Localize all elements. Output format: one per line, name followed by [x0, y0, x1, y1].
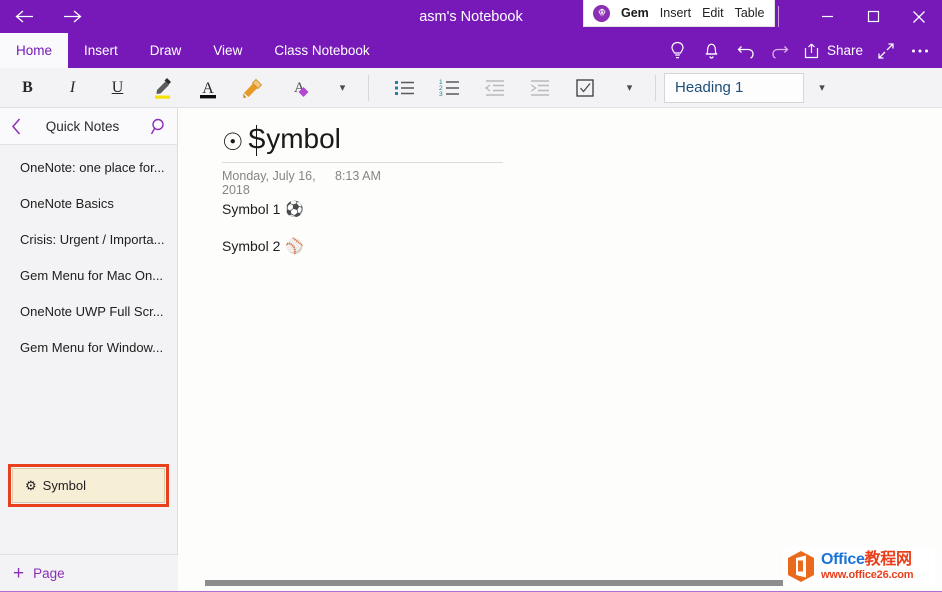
search-icon[interactable] — [141, 108, 177, 144]
ribbon-divider-2 — [655, 75, 656, 101]
text-caret — [256, 125, 257, 156]
sun-gear-symbol-icon: ☉ — [222, 131, 244, 155]
add-page-label: Page — [33, 566, 65, 581]
clear-formatting-button[interactable]: A — [280, 71, 315, 105]
share-label: Share — [827, 43, 863, 58]
page-date: Monday, July 16, 2018 — [222, 169, 335, 197]
window-title: asm's Notebook — [0, 0, 942, 33]
undo-icon[interactable] — [730, 35, 762, 67]
format-painter-icon[interactable] — [235, 71, 270, 105]
add-page-button[interactable]: + Page — [0, 554, 178, 592]
plus-icon: + — [13, 564, 24, 583]
underline-button[interactable]: U — [100, 71, 135, 105]
forward-arrow-icon[interactable] — [58, 4, 86, 30]
formatting-ribbon: B I U A — [0, 68, 942, 108]
page-title[interactable]: Symbol — [248, 124, 341, 155]
list-item[interactable]: Gem Menu for Window... — [0, 329, 177, 365]
italic-button[interactable]: I — [55, 71, 90, 105]
page-list-sidebar: Quick Notes OneNote: one place for... On… — [0, 108, 178, 592]
note-line-1-text: Symbol 1 — [222, 201, 280, 217]
ribbon-tab-strip: Home Insert Draw View Class Notebook — [0, 33, 942, 68]
page-time: 8:13 AM — [335, 169, 381, 197]
titlebar-divider — [778, 6, 779, 27]
tab-class-notebook[interactable]: Class Notebook — [258, 33, 385, 68]
watermark-brand: Office教程网 — [821, 552, 913, 568]
style-selector[interactable]: Heading 1 — [664, 73, 804, 103]
bullet-list-icon[interactable] — [387, 71, 422, 105]
navigation-arrows — [0, 4, 86, 30]
gem-logo-icon — [593, 5, 610, 22]
bell-icon[interactable] — [696, 35, 728, 67]
selection-highlight-box — [8, 464, 169, 507]
gem-menu-edit[interactable]: Edit — [702, 7, 724, 20]
ribbon-divider — [368, 75, 369, 101]
tab-insert[interactable]: Insert — [68, 33, 134, 68]
section-title: Quick Notes — [32, 119, 141, 134]
title-bar: asm's Notebook — [0, 0, 942, 33]
page-timestamp: Monday, July 16, 2018 8:13 AM — [222, 169, 381, 197]
list-item[interactable]: OneNote UWP Full Scr... — [0, 293, 177, 329]
gem-menu-insert[interactable]: Insert — [660, 7, 691, 20]
watermark-text: Office教程网 www.office26.com — [821, 552, 913, 581]
close-button[interactable] — [896, 0, 942, 33]
tab-draw[interactable]: Draw — [134, 33, 198, 68]
bold-button[interactable]: B — [10, 71, 45, 105]
tab-home[interactable]: Home — [0, 33, 68, 68]
numbered-list-icon[interactable]: 1 2 3 — [432, 71, 467, 105]
font-color-button[interactable]: A — [190, 71, 225, 105]
watermark: Office教程网 www.office26.com — [783, 546, 935, 587]
highlighter-icon[interactable] — [145, 71, 180, 105]
soccer-ball-emoji: ⚽ — [285, 202, 304, 217]
list-item[interactable]: OneNote: one place for... — [0, 149, 177, 185]
bold-label: B — [22, 79, 33, 97]
svg-text:A: A — [202, 80, 214, 97]
gem-menu-table[interactable]: Table — [735, 7, 765, 20]
watermark-brand-cn: 教程网 — [865, 551, 912, 568]
page-canvas[interactable]: ☉ Symbol Monday, July 16, 2018 8:13 AM S… — [179, 108, 942, 592]
gem-menu-brand[interactable]: Gem — [621, 7, 649, 20]
sidebar-header: Quick Notes — [0, 108, 177, 145]
style-chevron-down-icon[interactable]: ▾ — [804, 73, 840, 103]
onenote-window: asm's Notebook Gem Insert Edit Table — [0, 0, 942, 592]
italic-label: I — [70, 79, 75, 97]
todo-checkbox-icon[interactable] — [567, 71, 602, 105]
lightbulb-icon[interactable] — [662, 35, 694, 67]
page-list: OneNote: one place for... OneNote Basics… — [0, 145, 177, 365]
watermark-url: www.office26.com — [821, 570, 913, 581]
list-item[interactable]: Crisis: Urgent / Importa... — [0, 221, 177, 257]
note-line-2-text: Symbol 2 — [222, 238, 280, 254]
ellipsis-icon[interactable] — [904, 35, 936, 67]
minimize-button[interactable] — [804, 0, 850, 33]
ribbon-action-group: Share — [662, 33, 936, 68]
decrease-indent-icon[interactable] — [477, 71, 512, 105]
svg-text:3: 3 — [439, 91, 443, 98]
increase-indent-icon[interactable] — [522, 71, 557, 105]
list-item[interactable]: OneNote Basics — [0, 185, 177, 221]
underline-label: U — [112, 79, 124, 97]
font-options-chevron-down-icon[interactable]: ▾ — [325, 71, 360, 105]
window-controls — [804, 0, 942, 33]
watermark-brand-en: Office — [821, 551, 865, 568]
gem-addin-toolbar: Gem Insert Edit Table — [583, 0, 775, 27]
paragraph-options-chevron-down-icon[interactable]: ▾ — [612, 71, 647, 105]
tab-view[interactable]: View — [197, 33, 258, 68]
chevron-left-icon[interactable] — [0, 108, 32, 144]
share-button[interactable]: Share — [798, 35, 868, 67]
note-line-2[interactable]: Symbol 2 ⚾ — [222, 238, 304, 254]
baseball-emoji: ⚾ — [285, 239, 304, 254]
expand-arrows-icon[interactable] — [870, 35, 902, 67]
maximize-button[interactable] — [850, 0, 896, 33]
list-item[interactable]: Gem Menu for Mac On... — [0, 257, 177, 293]
redo-icon[interactable] — [764, 35, 796, 67]
title-underline — [222, 162, 503, 163]
page-title-row: ☉ Symbol — [222, 124, 341, 155]
back-arrow-icon[interactable] — [10, 4, 38, 30]
office-hexagon-logo-icon — [786, 550, 816, 583]
note-line-1[interactable]: Symbol 1 ⚽ — [222, 201, 304, 217]
